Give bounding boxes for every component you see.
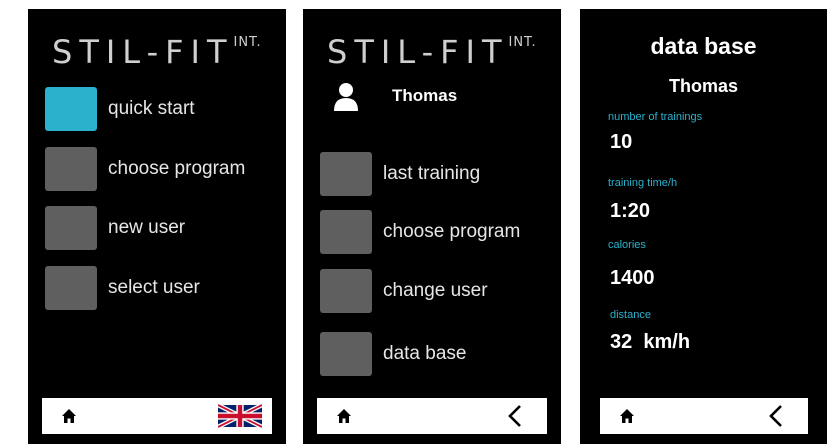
choose-program-tile[interactable] (45, 147, 97, 191)
stat-label-distance: distance (610, 309, 651, 321)
change-user-label: change user (383, 280, 488, 301)
stat-value-training-time: 1:20 (610, 200, 651, 222)
select-user-tile[interactable] (45, 266, 97, 310)
choose-program-label: choose program (108, 158, 246, 179)
last-training-label: last training (383, 163, 481, 184)
quick-start-button[interactable]: quick start (45, 87, 280, 131)
data-base-tile[interactable] (320, 332, 372, 376)
user-icon (334, 83, 358, 111)
home-icon[interactable] (52, 399, 86, 433)
user-name: Thomas (392, 86, 458, 105)
change-user-button[interactable]: change user (320, 269, 555, 313)
select-user-label: select user (108, 277, 200, 298)
brand-logo: STIL-FITINT. (327, 33, 537, 71)
bottom-bar (600, 398, 808, 434)
stat-value-distance: 32 km/h (610, 331, 691, 353)
data-base-label: data base (383, 343, 467, 364)
last-training-button[interactable]: last training (320, 152, 555, 196)
stat-label-trainings: number of trainings (608, 111, 703, 123)
screen-user-menu: STIL-FITINT. Thomas last training choose… (303, 9, 561, 444)
user-name: Thomas (668, 76, 738, 96)
stat-label-training-time: training time/h (608, 177, 678, 189)
new-user-tile[interactable] (45, 206, 97, 250)
quick-start-label: quick start (108, 98, 195, 119)
change-user-tile[interactable] (320, 269, 372, 313)
stat-value-trainings: 10 (610, 131, 633, 153)
bottom-bar (317, 398, 547, 434)
last-training-tile[interactable] (320, 152, 372, 196)
home-icon[interactable] (327, 399, 361, 433)
current-user: Thomas (333, 81, 457, 111)
screen-data-base: data base Thomas number of trainings 10 … (580, 9, 827, 444)
quick-start-tile[interactable] (45, 87, 97, 131)
stat-label-calories: calories (608, 239, 646, 251)
stat-value-calories: 1400 (610, 267, 655, 289)
bottom-bar (42, 398, 272, 434)
chevron-left-icon[interactable] (754, 399, 798, 433)
select-user-button[interactable]: select user (45, 266, 280, 310)
choose-program-button[interactable]: choose program (320, 210, 555, 254)
choose-program-label: choose program (383, 221, 521, 242)
home-icon[interactable] (610, 399, 644, 433)
new-user-label: new user (108, 217, 186, 238)
choose-program-button[interactable]: choose program (45, 147, 280, 191)
uk-flag-icon[interactable] (218, 399, 262, 433)
screen-main-menu: STIL-FITINT. quick start choose program … (28, 9, 286, 444)
brand-logo: STIL-FITINT. (52, 33, 262, 71)
data-base-button[interactable]: data base (320, 332, 555, 376)
new-user-button[interactable]: new user (45, 206, 280, 250)
choose-program-tile[interactable] (320, 210, 372, 254)
chevron-left-icon[interactable] (493, 399, 537, 433)
page-title: data base (650, 33, 757, 59)
